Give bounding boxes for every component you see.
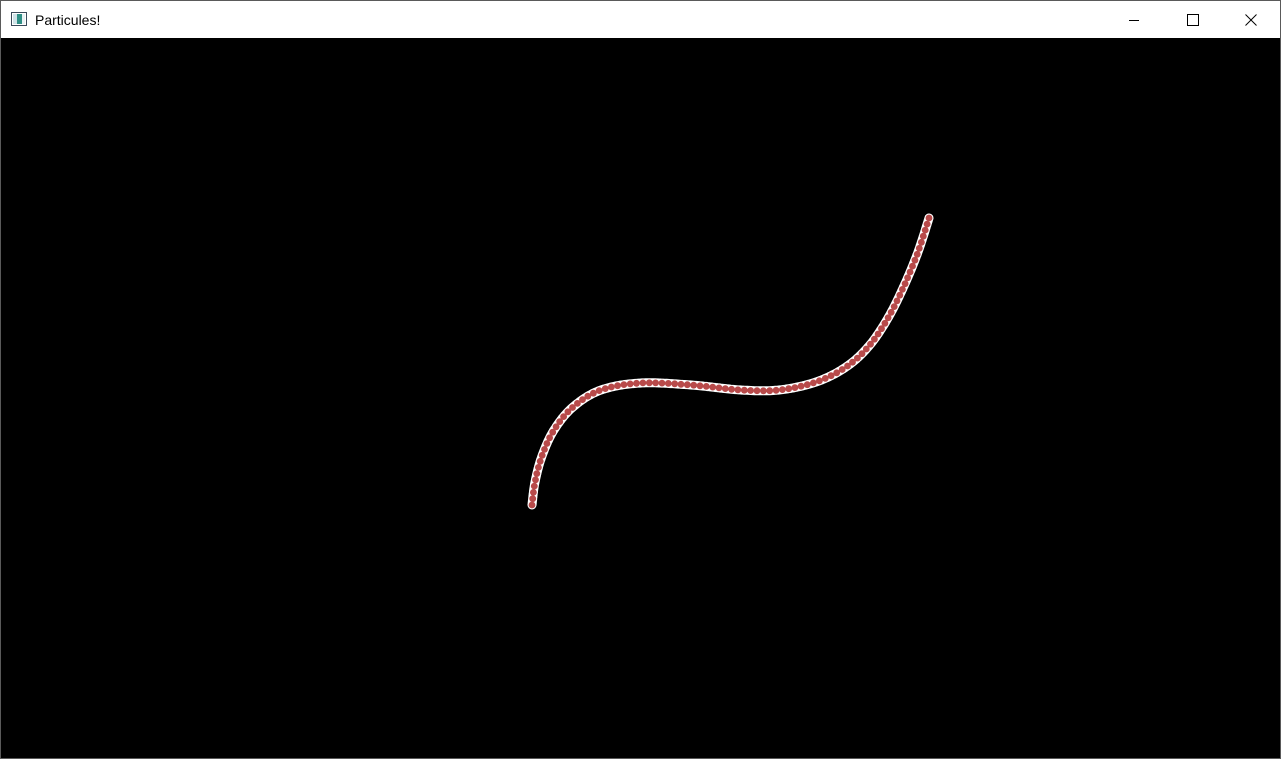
particle: [821, 375, 829, 382]
particle: [791, 384, 799, 391]
particle: [753, 387, 761, 395]
particle: [816, 377, 823, 385]
particle: [747, 387, 754, 394]
particle: [921, 226, 929, 234]
app-window: Particules!: [0, 0, 1281, 759]
title-bar[interactable]: Particules!: [1, 1, 1280, 38]
particle: [690, 381, 698, 389]
particle: [721, 385, 729, 392]
app-window-icon: [11, 12, 27, 26]
particle: [601, 385, 609, 392]
particle: [785, 385, 793, 393]
close-button[interactable]: [1228, 1, 1274, 38]
particle: [658, 379, 666, 387]
particle: [797, 382, 805, 390]
particle: [533, 470, 541, 477]
particle: [803, 381, 811, 389]
particle: [715, 384, 723, 392]
particle: [740, 386, 748, 394]
particle: [541, 446, 548, 453]
close-icon: [1245, 13, 1257, 26]
particle: [760, 387, 767, 395]
particle: [620, 381, 628, 388]
particle: [595, 387, 603, 394]
particle: [810, 379, 817, 387]
particle: [664, 380, 672, 387]
particle: [909, 262, 916, 270]
maximize-button[interactable]: [1170, 1, 1216, 38]
particle: [766, 387, 774, 395]
particle: [529, 495, 537, 503]
particle: [734, 386, 742, 394]
particle: [728, 385, 735, 393]
particle: [614, 382, 621, 390]
particle: [639, 379, 647, 387]
particle: [530, 482, 538, 490]
particle: [919, 232, 927, 240]
particle: [532, 476, 539, 484]
particle: [645, 379, 653, 387]
minimize-button[interactable]: [1111, 1, 1157, 38]
particle: [923, 220, 931, 228]
particle: [608, 383, 615, 391]
particle: [652, 379, 659, 387]
particle: [901, 280, 909, 288]
particle: [538, 451, 546, 459]
minimize-icon: [1129, 19, 1139, 21]
particle: [779, 386, 786, 393]
particle: [683, 381, 691, 389]
particle: [896, 291, 904, 299]
particle: [590, 389, 597, 397]
particle: [772, 386, 780, 394]
particle: [906, 268, 914, 276]
particle-canvas[interactable]: [1, 38, 1280, 758]
particle: [904, 274, 911, 282]
particle: [925, 214, 933, 222]
particle: [626, 380, 634, 388]
window-title: Particules!: [35, 12, 101, 28]
particle: [696, 382, 704, 390]
particle: [633, 379, 640, 387]
particle: [677, 380, 685, 388]
particle: [702, 383, 710, 390]
particle: [671, 380, 679, 388]
particle: [918, 238, 925, 246]
maximize-icon: [1187, 13, 1199, 26]
particle: [911, 256, 919, 264]
particle: [915, 244, 923, 252]
particle: [528, 501, 536, 509]
particle: [913, 250, 921, 258]
particle-rope-outline: [527, 213, 934, 510]
particle: [535, 464, 542, 471]
particle: [530, 489, 537, 496]
particle: [709, 383, 717, 391]
particle: [536, 457, 544, 465]
